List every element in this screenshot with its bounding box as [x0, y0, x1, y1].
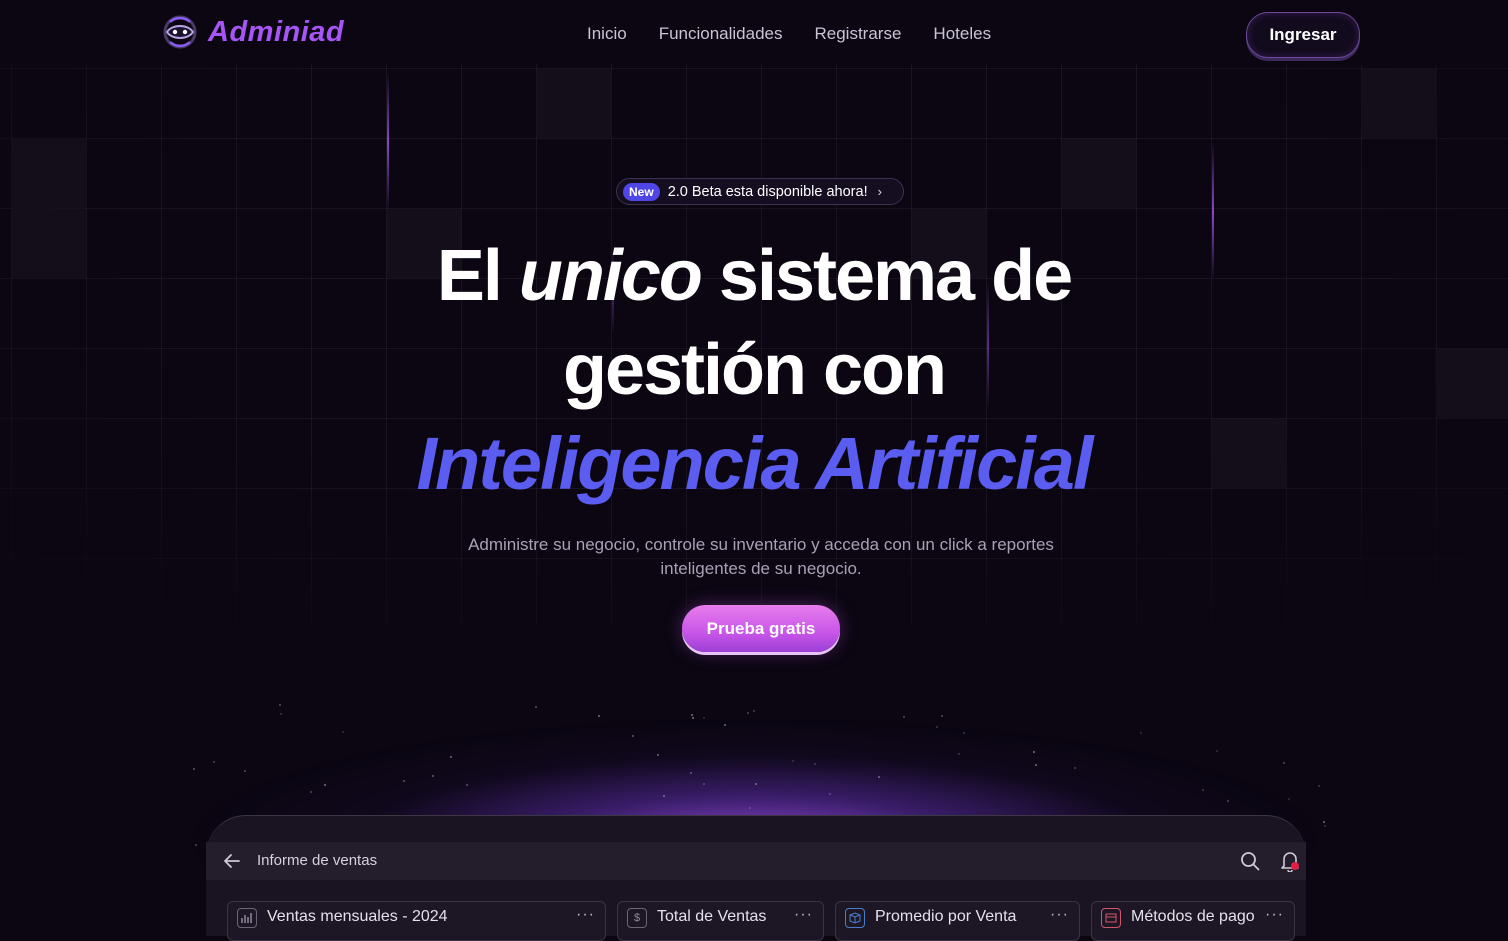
announcement-badge[interactable]: New 2.0 Beta esta disponible ahora! › — [616, 178, 904, 205]
payment-methods-card[interactable]: Métodos de pago ··· — [1091, 901, 1295, 941]
particle — [748, 806, 751, 809]
particle — [746, 712, 749, 715]
more-options-icon[interactable]: ··· — [576, 906, 595, 924]
particle — [1324, 825, 1327, 828]
grid-highlight-cell — [1062, 139, 1136, 208]
hero-heading-highlight: Inteligencia Artificial — [416, 422, 1094, 505]
particle — [1323, 820, 1326, 823]
brand-name: Adminiad — [208, 15, 345, 48]
hero-emphasis: unico — [518, 236, 703, 316]
grid-highlight-cell — [537, 69, 611, 138]
grid-highlight-cell — [12, 139, 86, 208]
card-title: Promedio por Venta — [875, 908, 1017, 925]
nav-link-inicio[interactable]: Inicio — [587, 24, 627, 44]
hero-subtitle: Administre su negocio, controle su inven… — [468, 535, 1054, 578]
particle — [1073, 766, 1076, 769]
average-sale-card[interactable]: Promedio por Venta ··· — [835, 901, 1080, 941]
total-sales-card[interactable]: $ Total de Ventas ··· — [617, 901, 824, 941]
particle — [1034, 764, 1037, 767]
particle — [791, 759, 794, 762]
dashboard-topbar: Informe de ventas — [206, 842, 1306, 880]
chevron-right-icon: › — [877, 184, 882, 199]
hero-text: El — [436, 236, 519, 316]
particle — [941, 714, 944, 717]
particle — [465, 784, 468, 787]
nav-link-funcionalidades[interactable]: Funcionalidades — [659, 24, 783, 44]
particle — [753, 709, 756, 712]
dollar-icon: $ — [627, 908, 647, 928]
particle — [1215, 750, 1218, 753]
notification-dot — [1291, 862, 1299, 870]
arrow-left-icon[interactable] — [222, 851, 242, 871]
card-title: Ventas mensuales - 2024 — [267, 908, 448, 925]
search-icon[interactable] — [1240, 851, 1260, 871]
particle — [1032, 750, 1035, 753]
nav-links: Inicio Funcionalidades Registrarse Hotel… — [587, 24, 991, 44]
particle — [663, 794, 666, 797]
eye-logo-icon — [163, 15, 197, 49]
grid-highlight-cell — [1362, 69, 1436, 138]
more-options-icon[interactable]: ··· — [1050, 906, 1069, 924]
particle — [194, 843, 197, 846]
free-trial-button[interactable]: Prueba gratis — [682, 605, 840, 652]
card-icon — [1101, 908, 1121, 928]
brand-logo[interactable]: Adminiad — [162, 14, 344, 50]
particle — [402, 779, 405, 782]
particle — [814, 762, 817, 765]
navbar: Adminiad Inicio Funcionalidades Registra… — [0, 0, 1508, 68]
sales-monthly-card[interactable]: Ventas mensuales - 2024 ··· — [227, 901, 606, 941]
hero-text: sistema de — [700, 236, 1073, 316]
bar-chart-icon — [237, 908, 257, 928]
box-icon — [845, 908, 865, 928]
hero-heading-line-2: gestión con — [562, 330, 947, 410]
more-options-icon[interactable]: ··· — [794, 906, 813, 924]
particle — [935, 725, 938, 728]
hero-heading-line-1: El unico sistema de — [0, 236, 1508, 316]
announcement-text: 2.0 Beta esta disponible ahora! — [667, 183, 868, 200]
dashboard-title: Informe de ventas — [257, 852, 378, 869]
light-beam — [387, 72, 389, 212]
nav-link-registrarse[interactable]: Registrarse — [815, 24, 902, 44]
card-title: Total de Ventas — [657, 908, 767, 925]
particle — [534, 705, 537, 708]
more-options-icon[interactable]: ··· — [1265, 906, 1284, 924]
new-tag: New — [623, 182, 660, 201]
particle — [1318, 784, 1321, 787]
login-button[interactable]: Ingresar — [1246, 12, 1360, 58]
nav-link-hoteles[interactable]: Hoteles — [933, 24, 991, 44]
card-title: Métodos de pago — [1131, 908, 1255, 925]
